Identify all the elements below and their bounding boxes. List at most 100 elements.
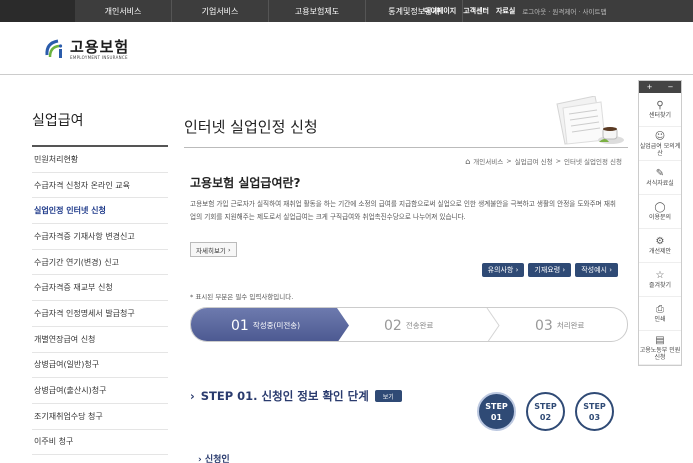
quick-ministry-complaint[interactable]: ▤ 고용노동부 민원신청 (639, 331, 681, 365)
precautions-label: 유의사항 (487, 266, 514, 274)
quick-label: 인쇄 (654, 316, 666, 323)
site-header: 고용보험 EMPLOYMENT INSURANCE (0, 22, 693, 75)
quick-print[interactable]: ⎙ 인쇄 (639, 297, 681, 331)
view-button[interactable]: 보기 (374, 390, 402, 402)
quick-benefit-calculator[interactable]: ☺ 실업급여 모의계산 (639, 127, 681, 161)
top-links: 마이페이지 고객센터 자료실 로그아웃 · 원격제어 · 사이트맵 (424, 0, 606, 22)
top-navigation-bar: 개인서비스 기업서비스 고용보험제도 통계및정보공개 마이페이지 고객센터 자료… (0, 0, 693, 22)
writing-guide-label: 기재요령 (534, 266, 561, 274)
document-icon: ▤ (655, 334, 665, 346)
quick-menu: + − ⚲ 센터찾기 ☺ 실업급여 모의계산 ✎ 서식자료실 ◯ 이용문의 ⚙ … (638, 80, 682, 366)
expand-icon[interactable]: + (647, 83, 653, 91)
sidebar-item-change-report[interactable]: 수급자격증 기재사항 변경신고 (32, 224, 168, 250)
step-circle-top: STEP (485, 401, 508, 411)
sidebar-item-complaint-status[interactable]: 민원처리현황 (32, 147, 168, 173)
topbar-left-block (0, 0, 75, 22)
sidebar-item-reissue[interactable]: 수급자격증 재교부 신청 (32, 275, 168, 302)
breadcrumb-item[interactable]: 실업급여 신청 (515, 156, 553, 166)
applicant-subheading: › 신청인 (198, 452, 230, 463)
quick-label: 개선제안 (648, 248, 672, 255)
section-title: 고용보험 실업급여란? (190, 176, 301, 190)
nav-personal-service[interactable]: 개인서비스 (75, 0, 172, 22)
breadcrumb-current: 인터넷 실업인정 신청 (564, 158, 622, 166)
chevron-right-icon: › (198, 455, 205, 463)
nav-insurance-system[interactable]: 고용보험제도 (269, 0, 366, 22)
quick-label: 센터찾기 (648, 112, 672, 119)
step-2-label: 전송완료 (405, 321, 434, 330)
quick-label: 이용문의 (648, 214, 672, 221)
progress-steps: 01 작성중(미전송) 02 전송완료 03 처리완료 (190, 307, 628, 342)
page-title: 인터넷 실업인정 신청 (184, 108, 628, 148)
logo-mark-icon (44, 37, 66, 61)
chevron-right-icon: › (513, 266, 519, 274)
logo-english-text: EMPLOYMENT INSURANCE (70, 54, 128, 60)
step-1: 01 작성중(미전송) (231, 308, 301, 341)
chevron-right-icon: › (560, 266, 566, 274)
logo-korean-text: 고용보험 (70, 37, 130, 56)
step-circle-number: 03 (588, 412, 601, 422)
utility-links[interactable]: 로그아웃 · 원격제어 · 사이트맵 (522, 6, 606, 16)
step-2-number: 02 (384, 317, 402, 334)
quick-suggestion[interactable]: ⚙ 개선제안 (639, 229, 681, 263)
quick-label: 서식자료실 (646, 180, 674, 187)
sidebar-item-online-education[interactable]: 수급자격 신청자 온라인 교육 (32, 173, 168, 199)
quick-favorites[interactable]: ☆ 즐겨찾기 (639, 263, 681, 297)
more-details-label: 자세히보기 (196, 246, 226, 255)
step-circle-03[interactable]: STEP 03 (575, 392, 614, 431)
quick-label: 즐겨찾기 (648, 282, 672, 289)
link-mypage[interactable]: 마이페이지 (424, 6, 456, 16)
sidebar-item-internet-unemployment-recognition[interactable]: 실업인정 인터넷 신청 (32, 198, 168, 225)
step-circle-number: 01 (490, 412, 503, 422)
global-nav: 개인서비스 기업서비스 고용보험제도 통계및정보공개 (75, 0, 463, 22)
star-icon: ☆ (655, 270, 665, 281)
breadcrumb-item[interactable]: 개인서비스 (473, 156, 503, 166)
sidebar-item-extended-benefit[interactable]: 개별연장급여 신청 (32, 327, 168, 353)
precautions-button[interactable]: 유의사항 › (481, 263, 525, 277)
step-circle-top: STEP (534, 401, 557, 411)
sidebar-item-sickness-childbirth[interactable]: 상병급여(출산시)청구 (32, 378, 168, 404)
breadcrumb: ⌂ 개인서비스 > 실업급여 신청 > 인터넷 실업인정 신청 (465, 156, 622, 167)
description-text: 고용보험 가입 근로자가 실직하여 재취업 활동을 하는 기간에 소정의 급여를… (190, 200, 616, 221)
printer-icon: ⎙ (656, 304, 664, 315)
quick-center-search[interactable]: ⚲ 센터찾기 (639, 93, 681, 127)
chevron-right-icon: › (225, 245, 231, 254)
step-3-label: 처리완료 (556, 321, 585, 330)
chat-bubble-icon: ◯ (654, 202, 666, 213)
quick-label: 고용노동부 민원신청 (639, 346, 681, 361)
more-details-button[interactable]: 자세히보기 › (190, 242, 237, 257)
site-logo[interactable]: 고용보험 EMPLOYMENT INSURANCE (44, 37, 129, 61)
main-content: 인터넷 실업인정 신청 ⌂ 개인서비스 > 실업급여 신청 > 인터넷 실업인정… (184, 108, 628, 463)
example-button[interactable]: 작성예시 › (575, 263, 618, 277)
step-circle-01[interactable]: STEP 01 (477, 392, 516, 431)
sidebar-item-certificate-request[interactable]: 수급자격 인정명세서 발급청구 (32, 301, 168, 327)
quick-menu-header: + − (639, 81, 681, 93)
step-heading-text: STEP 01. 신청인 정보 확인 단계 (200, 389, 369, 403)
step-2: 02 전송완료 (384, 308, 434, 341)
sidebar-item-early-reemployment[interactable]: 조기재취업수당 청구 (32, 404, 168, 430)
quick-forms[interactable]: ✎ 서식자료실 (639, 161, 681, 195)
step-circle-02[interactable]: STEP 02 (526, 392, 565, 431)
example-label: 작성예시 (581, 266, 607, 274)
nav-business-service[interactable]: 기업서비스 (172, 0, 269, 22)
link-customer-center[interactable]: 고객센터 (463, 6, 489, 16)
step-3: 03 처리완료 (535, 308, 585, 341)
gear-icon: ⚙ (655, 236, 665, 247)
link-resources[interactable]: 자료실 (496, 6, 515, 16)
step-heading: › STEP 01. 신청인 정보 확인 단계 보기 (190, 388, 402, 404)
sidebar-item-period-extension[interactable]: 수급기간 연기(변경) 신고 (32, 250, 168, 276)
collapse-icon[interactable]: − (668, 83, 674, 91)
sidebar-item-relocation[interactable]: 이주비 청구 (32, 430, 168, 456)
applicant-label: 신청인 (204, 455, 230, 463)
writing-guide-button[interactable]: 기재요령 › (528, 263, 572, 277)
required-note: * 표시된 부분은 필수 입력사항입니다. (190, 293, 294, 301)
sidebar-title: 실업급여 (32, 110, 168, 147)
sidebar-item-sickness-general[interactable]: 상병급여(일반)청구 (32, 353, 168, 379)
chevron-right-icon: › (190, 389, 195, 403)
chevron-right-icon: › (606, 266, 612, 274)
person-icon: ☺ (654, 130, 666, 142)
quick-inquiry[interactable]: ◯ 이용문의 (639, 195, 681, 229)
pencil-icon: ✎ (655, 168, 665, 179)
step-circle-number: 02 (539, 412, 552, 422)
home-icon[interactable]: ⌂ (465, 157, 470, 166)
step-1-label: 작성중(미전송) (252, 321, 301, 330)
